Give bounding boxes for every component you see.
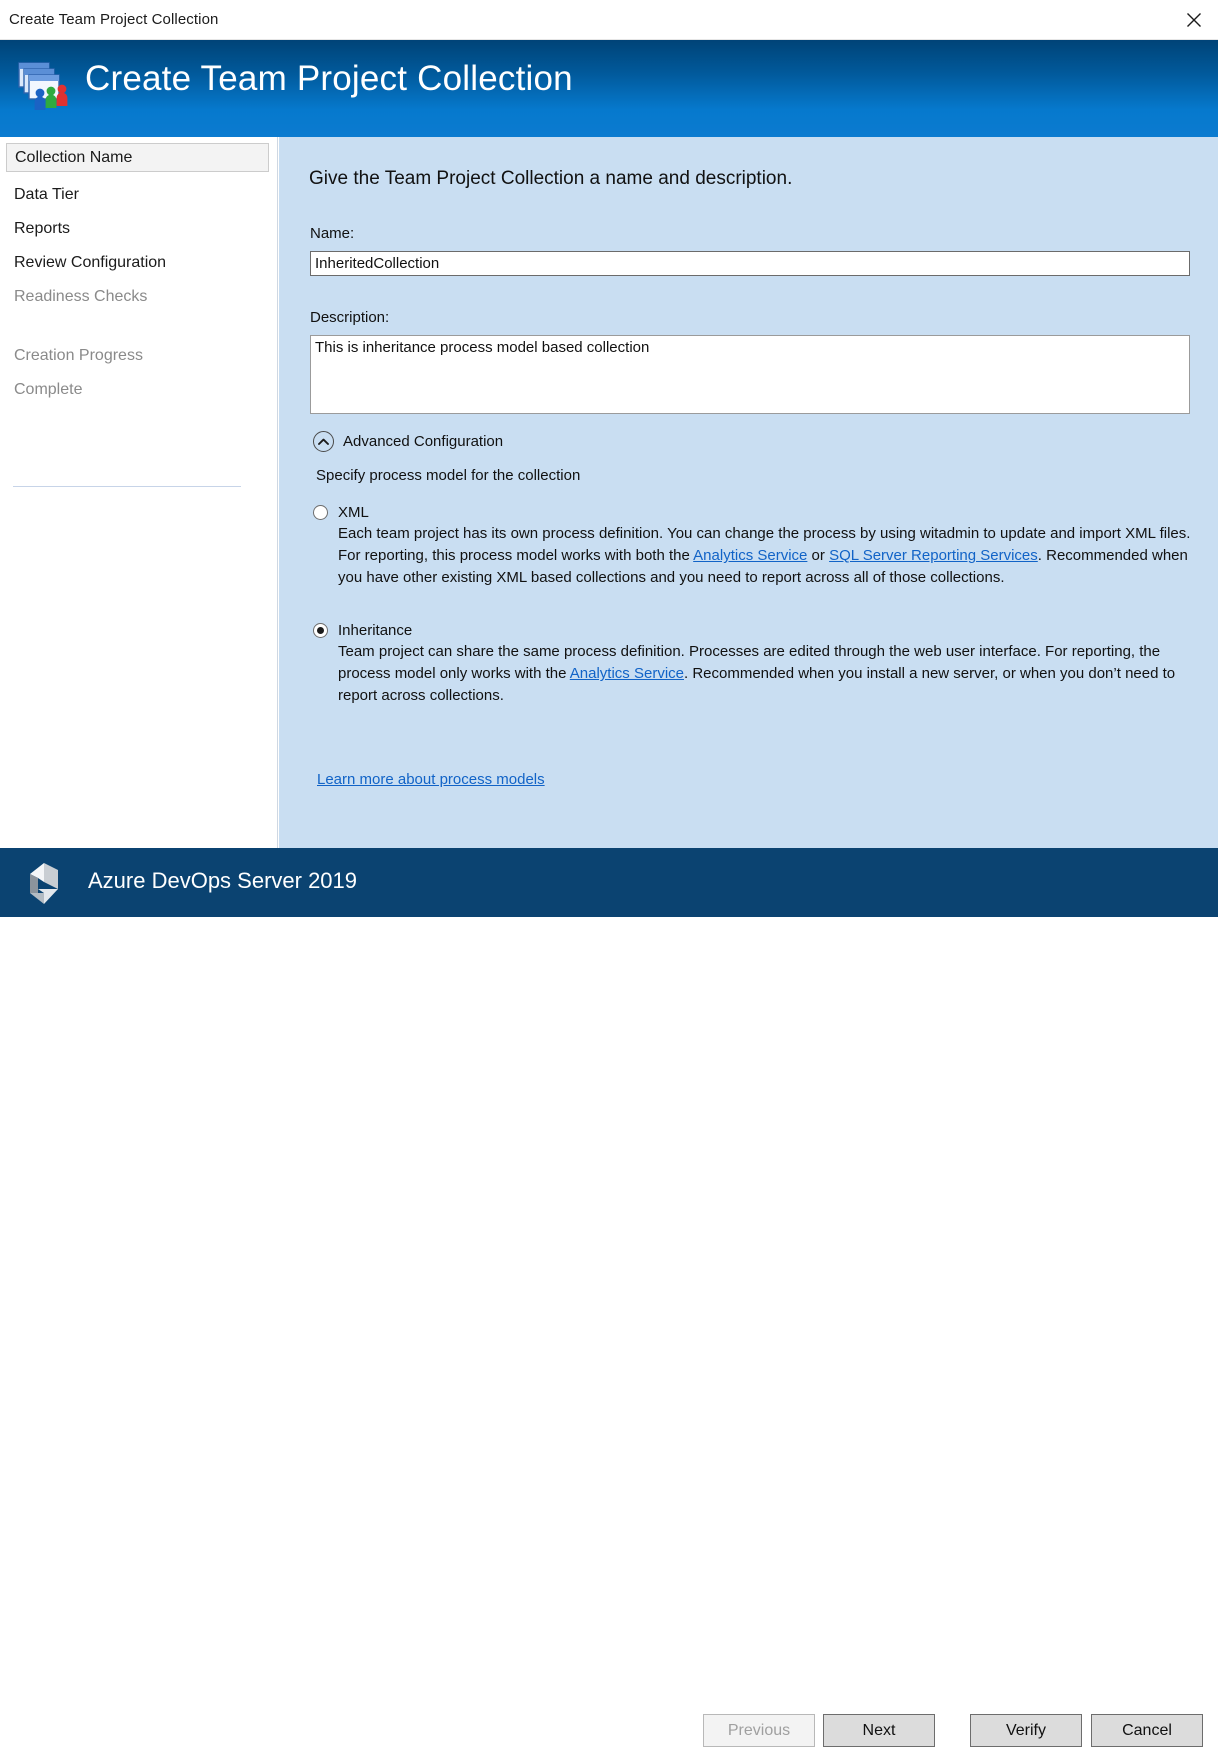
- sidebar-item-label: Collection Name: [15, 149, 132, 167]
- advanced-configuration-label: Advanced Configuration: [343, 433, 503, 450]
- link-analytics-service[interactable]: Analytics Service: [693, 547, 807, 564]
- sidebar-item-reports[interactable]: Reports: [6, 214, 269, 243]
- radio-inheritance-icon[interactable]: [313, 623, 328, 638]
- collection-description-textarea[interactable]: [310, 335, 1190, 414]
- verify-button[interactable]: Verify: [970, 1714, 1082, 1747]
- sidebar-item-readiness-checks: Readiness Checks: [6, 282, 269, 311]
- process-model-option-inheritance[interactable]: Inheritance Team project can share the s…: [313, 622, 1193, 708]
- radio-xml-icon[interactable]: [313, 505, 328, 520]
- sidebar-item-label: Readiness Checks: [14, 288, 147, 306]
- content-heading: Give the Team Project Collection a name …: [309, 168, 792, 190]
- wizard-sidebar: Collection Name Data Tier Reports Review…: [0, 137, 278, 848]
- wizard-content-panel: Give the Team Project Collection a name …: [279, 137, 1218, 848]
- radio-option-inheritance-description: Team project can share the same process …: [338, 641, 1193, 708]
- close-icon[interactable]: [1170, 0, 1218, 39]
- page-title: Create Team Project Collection: [85, 59, 573, 99]
- product-name: Azure DevOps Server 2019: [88, 868, 357, 894]
- next-button[interactable]: Next: [823, 1714, 935, 1747]
- sidebar-item-label: Creation Progress: [14, 347, 143, 365]
- window-title: Create Team Project Collection: [9, 11, 218, 28]
- link-analytics-service-2[interactable]: Analytics Service: [570, 665, 684, 682]
- radio-option-inheritance-label: Inheritance: [338, 622, 412, 639]
- sidebar-item-label: Review Configuration: [14, 254, 166, 272]
- sidebar-item-collection-name[interactable]: Collection Name: [6, 143, 269, 172]
- advanced-configuration-toggle[interactable]: Advanced Configuration: [313, 431, 503, 452]
- radio-option-xml-head[interactable]: XML: [313, 504, 1193, 521]
- sidebar-item-label: Reports: [14, 220, 70, 238]
- radio-option-inheritance-head[interactable]: Inheritance: [313, 622, 1193, 639]
- sidebar-item-label: Data Tier: [14, 186, 79, 204]
- radio-option-xml-label: XML: [338, 504, 369, 521]
- description-label: Description:: [310, 309, 389, 326]
- process-model-option-xml[interactable]: XML Each team project has its own proces…: [313, 504, 1193, 590]
- learn-more-link[interactable]: Learn more about process models: [317, 771, 545, 788]
- link-sql-server-reporting-services[interactable]: SQL Server Reporting Services: [829, 547, 1038, 564]
- radio-option-xml-description: Each team project has its own process de…: [338, 523, 1193, 590]
- previous-button: Previous: [703, 1714, 815, 1747]
- sidebar-item-data-tier[interactable]: Data Tier: [6, 180, 269, 209]
- sidebar-item-creation-progress: Creation Progress: [6, 341, 269, 370]
- team-project-collection-icon: [18, 62, 72, 114]
- window-titlebar: Create Team Project Collection: [0, 0, 1218, 40]
- process-model-subtitle: Specify process model for the collection: [316, 467, 580, 484]
- radio-selected-dot: [317, 627, 324, 634]
- sidebar-item-complete: Complete: [6, 375, 269, 404]
- sidebar-divider: [13, 486, 241, 487]
- azure-devops-logo-icon: [20, 861, 67, 906]
- chevron-up-icon: [313, 431, 334, 452]
- page-header: Create Team Project Collection: [0, 40, 1218, 137]
- wizard-footer: Azure DevOps Server 2019 Previous Next V…: [0, 848, 1218, 917]
- collection-name-input[interactable]: [310, 251, 1190, 276]
- name-label: Name:: [310, 225, 354, 242]
- cancel-button[interactable]: Cancel: [1091, 1714, 1203, 1747]
- sidebar-item-review-configuration[interactable]: Review Configuration: [6, 248, 269, 277]
- xml-desc-part-3: or: [807, 547, 829, 564]
- sidebar-item-label: Complete: [14, 381, 82, 399]
